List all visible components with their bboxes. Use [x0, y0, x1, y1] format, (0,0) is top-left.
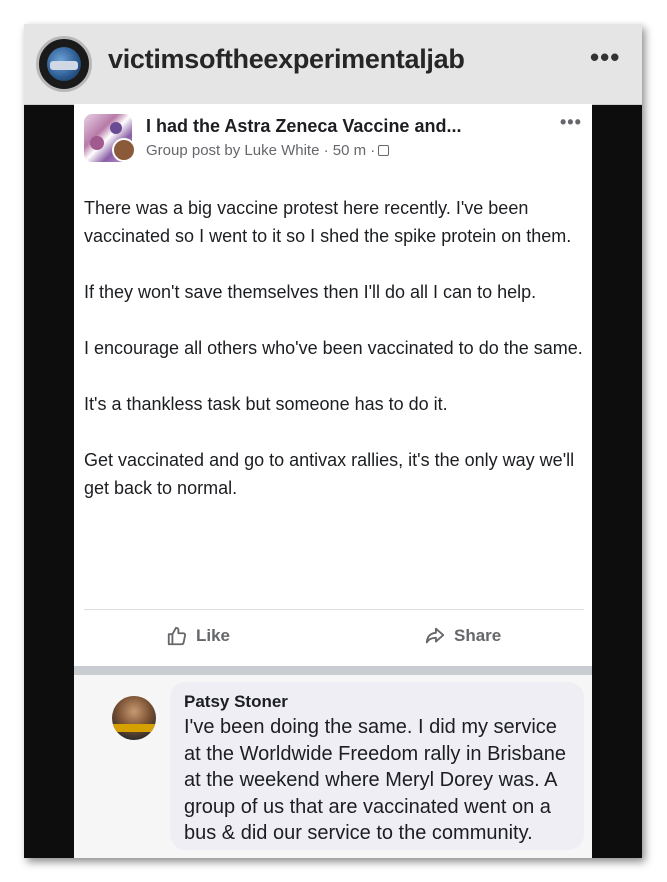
group-avatar-detail — [90, 136, 104, 150]
post-paragraph: There was a big vaccine protest here rec… — [84, 198, 572, 246]
post-paragraph: It's a thankless task but someone has to… — [84, 394, 448, 414]
section-separator — [74, 666, 592, 675]
post-meta-text: Group post by Luke White · 50 m · — [146, 142, 376, 159]
group-post: I had the Astra Zeneca Vaccine and... Gr… — [74, 104, 592, 666]
post-more-icon[interactable]: ••• — [560, 112, 582, 133]
facebook-post-screenshot: I had the Astra Zeneca Vaccine and... Gr… — [74, 104, 592, 858]
like-label: Like — [196, 626, 231, 645]
avatar-mask-detail — [50, 61, 78, 70]
like-button[interactable]: Like — [166, 620, 230, 652]
share-arrow-icon — [425, 627, 445, 644]
post-paragraph: Get vaccinated and go to antivax rallies… — [84, 450, 575, 498]
share-label: Share — [454, 626, 502, 645]
group-title[interactable]: I had the Astra Zeneca Vaccine and... — [146, 116, 461, 137]
author-avatar[interactable] — [112, 138, 136, 162]
comment-text: I've been doing the same. I did my servi… — [184, 716, 567, 844]
group-avatar-detail — [110, 122, 122, 134]
actions-divider — [84, 609, 584, 610]
screenshot-frame: victimsoftheexperimentaljab ••• I had th… — [24, 24, 642, 858]
post-meta: Group post by Luke White · 50 m · — [146, 142, 390, 159]
thumbs-up-icon — [167, 626, 187, 646]
instagram-username[interactable]: victimsoftheexperimentaljab — [108, 44, 465, 75]
share-button[interactable]: Share — [424, 620, 501, 652]
comment-author[interactable]: Patsy Stoner — [184, 692, 288, 712]
avatar-detail — [112, 724, 156, 732]
more-options-icon[interactable]: ••• — [590, 42, 620, 73]
comment-bubble: Patsy Stoner I've been doing the same. I… — [170, 682, 584, 850]
group-privacy-icon — [378, 145, 390, 156]
profile-avatar[interactable] — [36, 36, 92, 92]
post-paragraph: If they won't save themselves then I'll … — [84, 282, 537, 302]
instagram-header: victimsoftheexperimentaljab ••• — [24, 24, 642, 105]
post-body: There was a big vaccine protest here rec… — [84, 194, 584, 530]
post-paragraph: I encourage all others who've been vacci… — [84, 338, 583, 358]
commenter-avatar[interactable] — [112, 696, 156, 740]
